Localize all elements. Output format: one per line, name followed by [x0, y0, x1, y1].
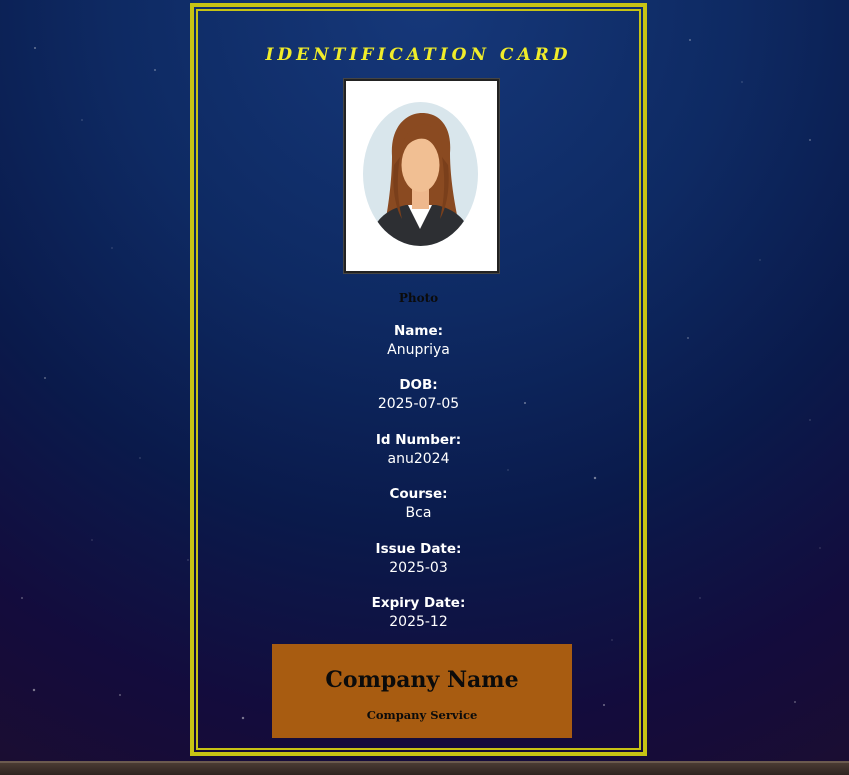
course-value: Bca [405, 505, 432, 521]
card-inner-border: IDENTIFICATION CARD Photo Name: Anupriya… [196, 9, 641, 750]
name-field: Name: Anupriya [198, 322, 639, 360]
female-avatar-icon [363, 102, 478, 246]
issue-date-value: 2025-03 [389, 560, 448, 576]
bottom-strip [0, 761, 849, 775]
id-number-field: Id Number: anu2024 [198, 431, 639, 469]
company-service: Company Service [366, 708, 478, 722]
issue-date-field: Issue Date: 2025-03 [198, 540, 639, 578]
course-field: Course: Bca [198, 485, 639, 523]
identification-card: IDENTIFICATION CARD Photo Name: Anupriya… [190, 3, 647, 756]
id-number-label: Id Number: [375, 432, 462, 448]
photo-caption: Photo [398, 291, 439, 305]
company-name: Company Name [325, 667, 519, 693]
dob-label: DOB: [399, 377, 438, 393]
name-label: Name: [393, 323, 444, 339]
company-box: Company Name Company Service [272, 644, 572, 738]
dob-value: 2025-07-05 [377, 396, 460, 412]
expiry-date-value: 2025-12 [389, 614, 448, 630]
dob-field: DOB: 2025-07-05 [198, 376, 639, 414]
name-value: Anupriya [387, 342, 450, 358]
issue-date-label: Issue Date: [375, 541, 462, 557]
id-number-value: anu2024 [387, 451, 450, 467]
photo-frame [344, 79, 499, 273]
expiry-date-label: Expiry Date: [371, 595, 466, 611]
course-label: Course: [389, 486, 448, 502]
card-title: IDENTIFICATION CARD [265, 45, 572, 65]
expiry-date-field: Expiry Date: 2025-12 [198, 594, 639, 632]
